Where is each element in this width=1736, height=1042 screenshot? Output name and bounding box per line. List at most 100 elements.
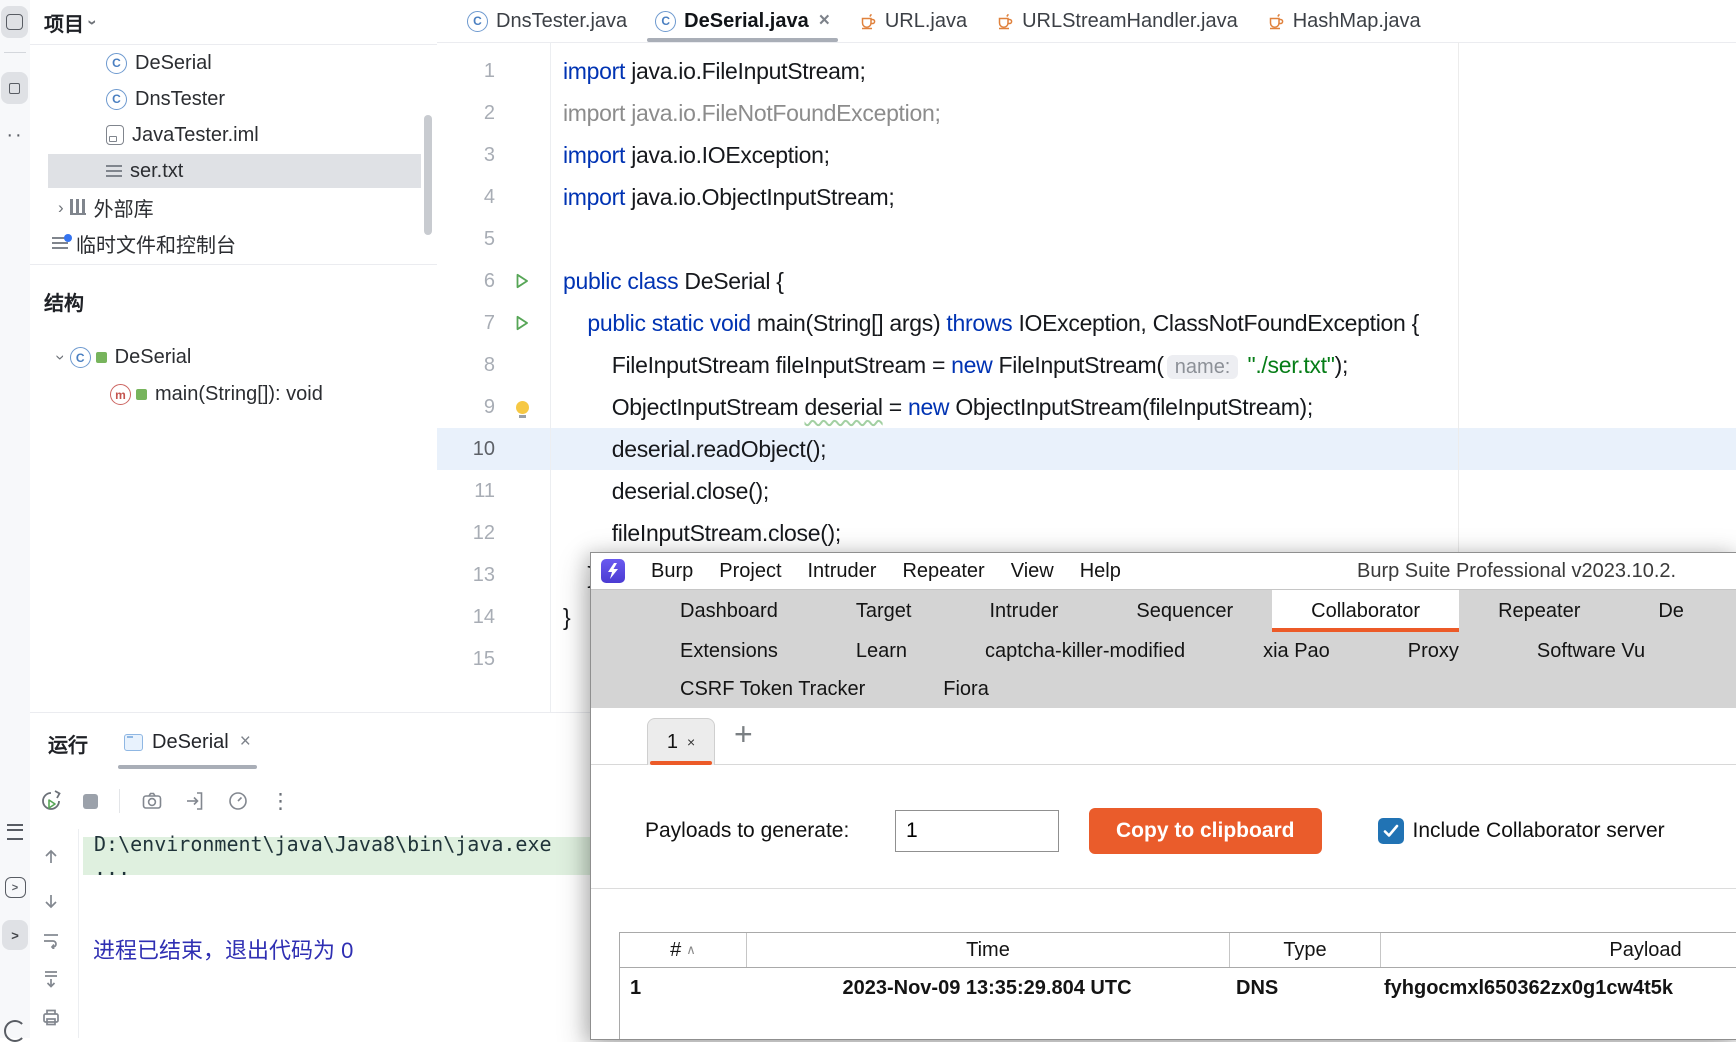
structure-item[interactable]: m main(String[]): void	[30, 376, 437, 413]
menu-item-help[interactable]: Help	[1080, 560, 1121, 583]
code-text: FileInputStream fileInputStream = new Fi…	[559, 352, 1348, 379]
add-payload-tab-button[interactable]: +	[734, 716, 753, 753]
next-occurrence-button[interactable]	[41, 891, 61, 911]
burp-tab-sequencer[interactable]: Sequencer	[1097, 590, 1272, 632]
table-header-payload[interactable]: Payload	[1381, 933, 1736, 967]
problems-tool-button[interactable]	[0, 1020, 30, 1042]
table-header-type[interactable]: Type	[1230, 933, 1381, 967]
code-text: deserial.readObject();	[559, 436, 826, 463]
burp-tab-collaborator[interactable]: Collaborator	[1272, 590, 1459, 632]
copy-to-clipboard-button[interactable]: Copy to clipboard	[1089, 808, 1322, 854]
include-collaborator-server-label: Include Collaborator server	[1413, 819, 1665, 843]
chevron-down-icon[interactable]: ›	[52, 355, 69, 361]
burp-tab-de[interactable]: De	[1619, 590, 1723, 632]
burp-tab-xia-pao[interactable]: xia Pao	[1224, 632, 1369, 670]
code-line: 6public class DeSerial {	[437, 260, 1736, 302]
tree-item[interactable]: › 外部库	[30, 189, 437, 225]
burp-tab-row-2: ExtensionsLearncaptcha-killer-modifiedxi…	[591, 632, 1736, 670]
prev-occurrence-button[interactable]	[41, 847, 61, 867]
project-panel: 项目 › CDeSerialCDnsTesterJavaTester.imlse…	[30, 0, 438, 712]
text-file-icon	[106, 165, 122, 167]
panel-divider	[30, 264, 437, 265]
editor-tab[interactable]: CDeSerial.java×	[641, 0, 844, 42]
close-icon[interactable]: ×	[240, 731, 251, 753]
notifications-tool-button[interactable]	[0, 824, 30, 840]
gutter-separator	[550, 42, 551, 712]
library-icon	[70, 199, 86, 215]
terminal-tool-button[interactable]: >	[0, 920, 30, 950]
burp-tab-captcha-killer-modified[interactable]: captcha-killer-modified	[946, 632, 1224, 670]
close-icon[interactable]: ×	[819, 10, 830, 32]
payload-tab-strip: 1 × +	[591, 708, 1736, 765]
menu-item-repeater[interactable]: Repeater	[902, 560, 984, 583]
collaborator-results-table: #∧TimeTypePayload 12023-Nov-09 13:35:29.…	[619, 932, 1736, 1040]
scratches-icon	[52, 237, 68, 239]
editor-tab[interactable]: CDnsTester.java	[453, 0, 641, 42]
tree-item[interactable]: ser.txt	[30, 153, 437, 189]
close-icon[interactable]: ×	[687, 734, 695, 750]
payload-tab-1[interactable]: 1 ×	[647, 718, 715, 765]
code-text: fileInputStream.close();	[559, 520, 841, 547]
menu-item-project[interactable]: Project	[719, 560, 781, 583]
burp-tab-target[interactable]: Target	[817, 590, 951, 632]
burp-tab-extensions[interactable]: Extensions	[641, 632, 817, 670]
table-header-time[interactable]: Time	[747, 933, 1230, 967]
rerun-button[interactable]	[40, 790, 62, 812]
burp-tab-dashboard[interactable]: Dashboard	[641, 590, 817, 632]
menu-item-view[interactable]: View	[1011, 560, 1054, 583]
burp-tab-learn[interactable]: Learn	[817, 632, 946, 670]
structure-item[interactable]: ›CDeSerial	[30, 339, 437, 376]
structure-tool-button[interactable]	[1, 72, 28, 104]
tree-item[interactable]: JavaTester.iml	[30, 117, 437, 153]
table-row[interactable]: 12023-Nov-09 13:35:29.804 UTCDNSfyhgocmx…	[620, 968, 1736, 1008]
chevron-right-icon[interactable]: ›	[58, 199, 64, 216]
profiler-button[interactable]	[227, 790, 249, 812]
structure-item-label: main(String[]): void	[155, 383, 323, 406]
services-tool-button[interactable]: >	[0, 877, 30, 898]
editor-tab[interactable]: URLStreamHandler.java	[981, 0, 1252, 42]
tree-item[interactable]: CDeSerial	[30, 45, 437, 81]
code-line: 9 ObjectInputStream deserial = new Objec…	[437, 386, 1736, 428]
structure-panel-header[interactable]: 结构	[30, 279, 437, 323]
intention-bulb-icon[interactable]	[516, 401, 529, 414]
more-options-button[interactable]: ⋮	[270, 789, 291, 814]
menu-item-intruder[interactable]: Intruder	[808, 560, 877, 583]
tree-item[interactable]: 临时文件和控制台	[30, 225, 437, 261]
project-scrollbar[interactable]	[424, 115, 432, 235]
editor-tab[interactable]: HashMap.java	[1252, 0, 1435, 42]
burp-window[interactable]: BurpProjectIntruderRepeaterViewHelp Burp…	[590, 552, 1736, 1040]
method-icon: m	[110, 384, 131, 405]
class-icon: C	[655, 11, 676, 32]
table-header-num[interactable]: #∧	[620, 933, 747, 967]
burp-tab-fiora[interactable]: Fiora	[904, 670, 1028, 708]
burp-tab-repeater[interactable]: Repeater	[1459, 590, 1619, 632]
screenshot-button[interactable]	[141, 790, 163, 812]
scroll-to-end-button[interactable]	[41, 969, 61, 989]
run-console[interactable]: D:\environment\java\Java8\bin\java.exe .…	[30, 829, 590, 1038]
project-tool-button[interactable]	[1, 6, 28, 38]
run-panel: 运行 DeSerial × ⋮ D:\environment\java\Java…	[30, 712, 590, 1038]
project-panel-header[interactable]: 项目 ›	[30, 0, 437, 45]
line-number: 3	[437, 144, 505, 167]
stop-button[interactable]	[83, 794, 98, 809]
code-text: }	[559, 604, 570, 631]
tree-item-label: 外部库	[94, 193, 154, 222]
soft-wrap-button[interactable]	[41, 929, 61, 949]
burp-tab-software-vu[interactable]: Software Vu	[1498, 632, 1684, 670]
run-tab-label: DeSerial	[152, 731, 229, 754]
burp-tab-proxy[interactable]: Proxy	[1369, 632, 1498, 670]
editor-tab[interactable]: URL.java	[844, 0, 981, 42]
structure-item-label: DeSerial	[115, 346, 192, 369]
attach-debugger-button[interactable]	[184, 790, 206, 812]
burp-tab-intruder[interactable]: Intruder	[950, 590, 1097, 632]
line-number: 15	[437, 648, 505, 671]
print-button[interactable]	[41, 1007, 61, 1027]
tree-item[interactable]: CDnsTester	[30, 81, 437, 117]
burp-tab-csrf-token-tracker[interactable]: CSRF Token Tracker	[641, 670, 904, 708]
collaborator-panel: 1 × + Payloads to generate: Copy to clip…	[591, 708, 1736, 1040]
run-tab[interactable]: DeSerial ×	[108, 713, 267, 771]
menu-item-burp[interactable]: Burp	[651, 560, 693, 583]
more-tool-windows-button[interactable]: ··	[0, 124, 30, 147]
include-collaborator-server-checkbox[interactable]	[1378, 818, 1404, 844]
payloads-count-input[interactable]	[895, 810, 1059, 852]
